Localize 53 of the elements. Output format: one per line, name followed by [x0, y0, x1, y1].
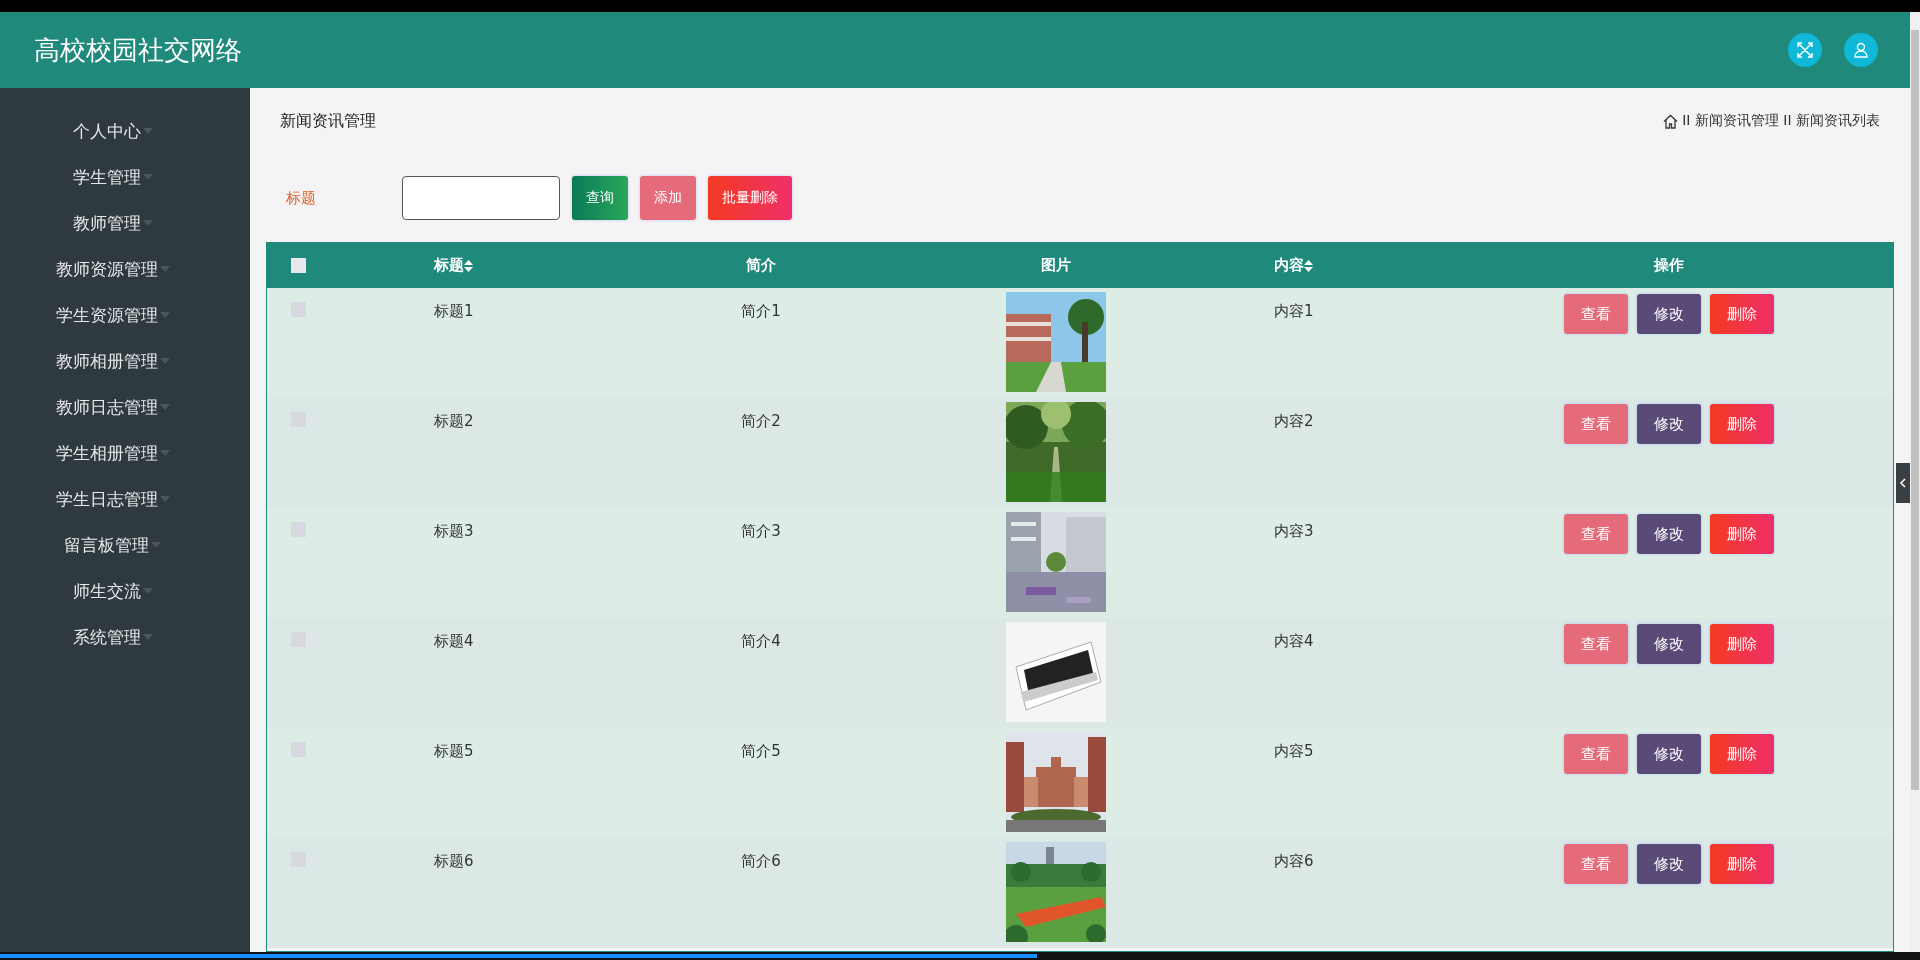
edit-button[interactable]: 修改: [1636, 404, 1701, 444]
breadcrumb[interactable]: II 新闻资讯管理 II 新闻资讯列表: [1682, 112, 1880, 130]
sidebar-item[interactable]: 留言板管理: [64, 533, 149, 557]
column-header[interactable]: 内容: [1274, 256, 1313, 275]
table-cell: 标题2: [434, 412, 474, 431]
table-cell: 标题4: [434, 632, 474, 651]
table-cell: 简介4: [741, 632, 781, 651]
batch-delete-button[interactable]: 批量删除: [708, 176, 792, 220]
table-cell: 简介6: [741, 852, 781, 871]
sidebar-item[interactable]: 学生管理: [72, 165, 141, 189]
table-cell: 内容4: [1274, 632, 1314, 651]
column-header: 简介: [746, 256, 776, 275]
sidebar-item[interactable]: 教师管理: [72, 211, 141, 235]
table-cell: 标题6: [434, 852, 474, 871]
table-cell: 标题1: [434, 302, 474, 321]
delete-button[interactable]: 删除: [1709, 734, 1774, 774]
sidebar-item[interactable]: 师生交流: [72, 579, 141, 603]
app-title: 高校校园社交网络: [34, 33, 243, 67]
search-button[interactable]: 查询: [572, 176, 628, 220]
sidebar-item[interactable]: 教师资源管理: [55, 257, 158, 281]
table-cell: 内容1: [1274, 302, 1314, 321]
edit-button[interactable]: 修改: [1636, 624, 1701, 664]
column-header: 操作: [1653, 256, 1684, 275]
edit-button[interactable]: 修改: [1636, 294, 1701, 334]
table-cell: 内容2: [1274, 412, 1314, 431]
delete-button[interactable]: 删除: [1709, 624, 1774, 664]
delete-button[interactable]: 删除: [1709, 514, 1774, 554]
delete-button[interactable]: 删除: [1709, 844, 1774, 884]
delete-button[interactable]: 删除: [1709, 294, 1774, 334]
table-cell: 简介2: [741, 412, 781, 431]
sidebar-item[interactable]: 学生相册管理: [55, 441, 158, 465]
edit-button[interactable]: 修改: [1636, 844, 1701, 884]
table-cell: 简介1: [741, 302, 781, 321]
column-header: 图片: [1041, 256, 1071, 275]
table-cell: 简介3: [741, 522, 781, 541]
table-cell: 内容5: [1274, 742, 1314, 761]
table-cell: 标题3: [434, 522, 474, 541]
table-cell: 内容6: [1274, 852, 1314, 871]
sidebar-item[interactable]: 系统管理: [72, 625, 141, 649]
table-cell: 内容3: [1274, 522, 1314, 541]
field-label: 标题: [286, 188, 317, 208]
table-cell: 标题5: [434, 742, 474, 761]
delete-button[interactable]: 删除: [1709, 404, 1774, 444]
sidebar-item[interactable]: 学生日志管理: [55, 487, 158, 511]
sidebar-item[interactable]: 教师相册管理: [55, 349, 158, 373]
sidebar-item[interactable]: 个人中心: [72, 119, 141, 143]
table-cell: 简介5: [741, 742, 781, 761]
column-header[interactable]: 标题: [434, 256, 473, 275]
page-title: 新闻资讯管理: [280, 110, 376, 132]
edit-button[interactable]: 修改: [1636, 734, 1701, 774]
sidebar-item[interactable]: 学生资源管理: [55, 303, 158, 327]
sidebar-item[interactable]: 教师日志管理: [55, 395, 158, 419]
edit-button[interactable]: 修改: [1636, 514, 1701, 554]
